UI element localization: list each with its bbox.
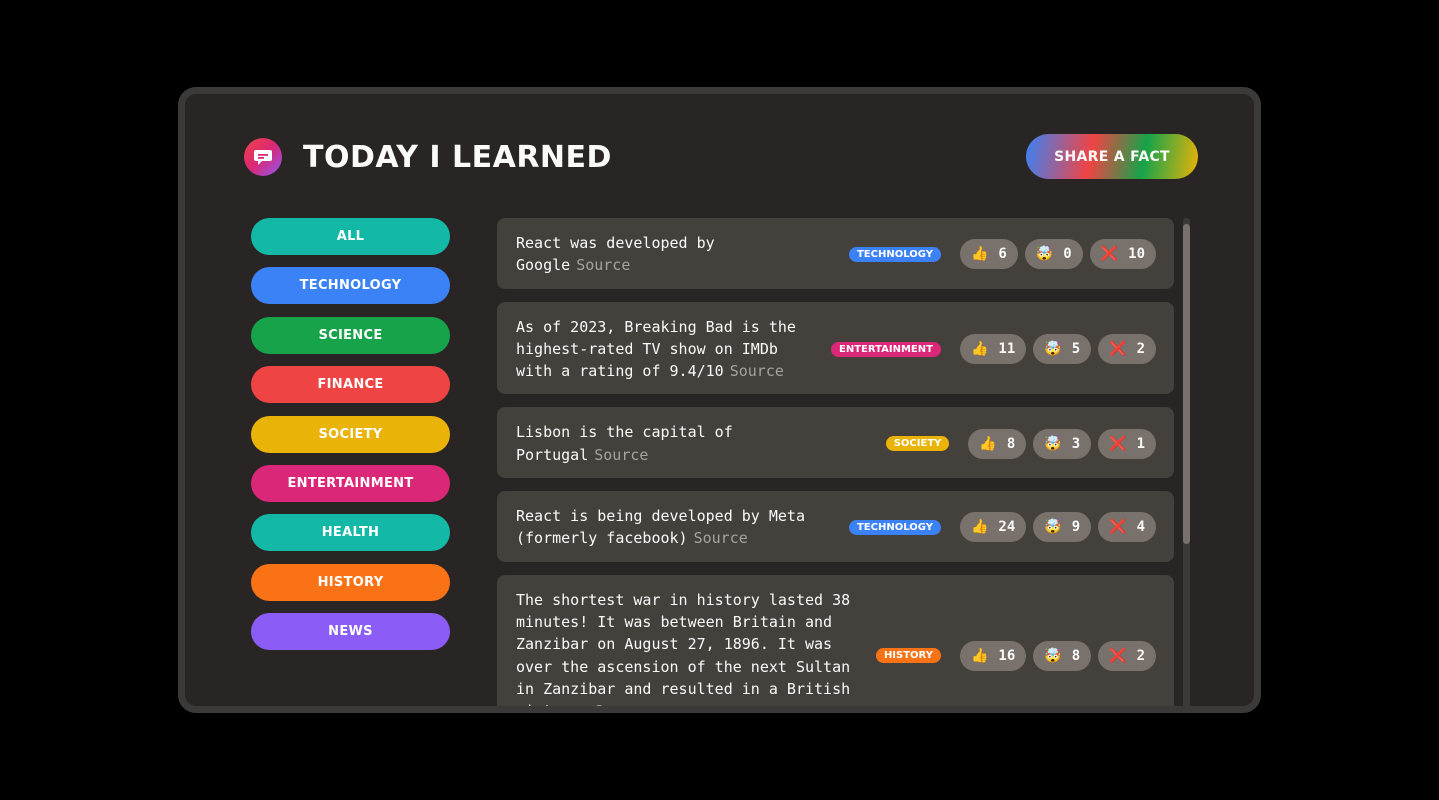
- category-filter-list: All Technology Science Finance Society Entert…: [251, 218, 450, 663]
- thumbs-up-icon: 👍: [970, 519, 989, 536]
- category-item: Science: [251, 316, 450, 354]
- vote-count: 5: [1071, 341, 1081, 358]
- fact-item: React is being developed by Meta (former…: [497, 491, 1174, 562]
- vote-buttons: 👍 6 🤯 0 ❌ 10: [959, 239, 1156, 270]
- vote-mindblowing-button[interactable]: 🤯 3: [1033, 428, 1092, 459]
- category-button-entertainment[interactable]: Entertainment: [251, 464, 450, 502]
- scrollbar-thumb[interactable]: [1183, 224, 1190, 544]
- vote-count: 2: [1136, 647, 1145, 664]
- mind-blown-icon: 🤯: [1035, 246, 1054, 263]
- fact-text: As of 2023, Breaking Bad is the highest-…: [516, 316, 812, 383]
- category-tag: Technology: [848, 519, 941, 535]
- category-button-all[interactable]: All: [251, 218, 450, 255]
- fact-text: The shortest war in history lasted 38 mi…: [516, 589, 856, 713]
- cross-mark-icon: ❌: [1109, 435, 1127, 452]
- vote-count: 24: [998, 519, 1016, 536]
- vote-false-button[interactable]: ❌ 10: [1089, 239, 1156, 270]
- vote-false-button[interactable]: ❌ 2: [1098, 640, 1156, 671]
- vote-count: 16: [998, 647, 1016, 664]
- vote-false-button[interactable]: ❌ 1: [1098, 428, 1156, 459]
- category-button-history[interactable]: History: [251, 563, 450, 601]
- fact-item: As of 2023, Breaking Bad is the highest-…: [497, 301, 1174, 395]
- vote-count: 1: [1136, 435, 1145, 452]
- vote-interesting-button[interactable]: 👍 6: [959, 239, 1018, 270]
- fact-item: The shortest war in history lasted 38 mi…: [497, 574, 1174, 713]
- category-tag: Technology: [848, 246, 941, 262]
- facts-list: React was developed by Google Source Techn…: [497, 218, 1174, 713]
- vote-count: 4: [1136, 519, 1145, 536]
- vote-mindblowing-button[interactable]: 🤯 9: [1033, 512, 1092, 543]
- fact-statement: React is being developed by Meta (former…: [516, 507, 805, 548]
- mind-blown-icon: 🤯: [1044, 341, 1062, 358]
- vote-mindblowing-button[interactable]: 🤯 5: [1033, 334, 1092, 365]
- vote-mindblowing-button[interactable]: 🤯 8: [1033, 640, 1092, 671]
- thumbs-up-icon: 👍: [970, 246, 989, 263]
- vote-count: 8: [1071, 647, 1081, 664]
- source-link[interactable]: Source: [694, 529, 748, 547]
- category-item: News: [251, 613, 450, 651]
- vote-count: 6: [998, 246, 1007, 263]
- mind-blown-icon: 🤯: [1044, 647, 1062, 664]
- cross-mark-icon: ❌: [1100, 246, 1119, 263]
- fact-text: React is being developed by Meta (former…: [516, 505, 812, 550]
- vote-false-button[interactable]: ❌ 2: [1098, 334, 1156, 365]
- category-item: All: [251, 218, 450, 255]
- category-item: Finance: [251, 366, 450, 404]
- thumbs-up-icon: 👍: [970, 341, 989, 358]
- fact-item: Lisbon is the capital of Portugal Source S…: [497, 407, 1174, 479]
- vote-buttons: 👍 24 🤯 9 ❌ 4: [959, 512, 1156, 543]
- category-button-health[interactable]: Health: [251, 514, 450, 552]
- vote-mindblowing-button[interactable]: 🤯 0: [1024, 239, 1083, 270]
- fact-text: React was developed by Google Source: [516, 232, 730, 277]
- source-link[interactable]: Source: [576, 256, 630, 274]
- vote-count: 11: [998, 341, 1016, 358]
- vote-count: 2: [1136, 341, 1145, 358]
- category-item: History: [251, 563, 450, 601]
- scrollbar[interactable]: [1183, 218, 1190, 706]
- vote-count: 10: [1128, 246, 1145, 263]
- vote-interesting-button[interactable]: 👍 24: [959, 512, 1027, 543]
- app-window: Today I Learned Share a fact All Technolo…: [178, 87, 1261, 713]
- category-tag: History: [875, 648, 941, 664]
- vote-count: 0: [1063, 246, 1072, 263]
- category-item: Entertainment: [251, 464, 450, 502]
- category-item: Society: [251, 415, 450, 453]
- vote-count: 9: [1071, 519, 1081, 536]
- mind-blown-icon: 🤯: [1044, 519, 1062, 536]
- category-button-finance[interactable]: Finance: [251, 366, 450, 404]
- category-button-society[interactable]: Society: [251, 415, 450, 453]
- cross-mark-icon: ❌: [1109, 341, 1127, 358]
- vote-buttons: 👍 16 🤯 8 ❌ 2: [959, 640, 1156, 671]
- vote-buttons: 👍 11 🤯 5 ❌ 2: [959, 334, 1156, 365]
- category-button-news[interactable]: News: [251, 613, 450, 651]
- share-fact-button[interactable]: Share a fact: [1026, 134, 1198, 179]
- category-button-technology[interactable]: Technology: [251, 267, 450, 305]
- category-button-science[interactable]: Science: [251, 316, 450, 354]
- logo-icon: [244, 138, 282, 176]
- category-tag: Society: [885, 436, 950, 452]
- vote-interesting-button[interactable]: 👍 8: [968, 428, 1027, 459]
- fact-item: React was developed by Google Source Techn…: [497, 218, 1174, 289]
- source-link[interactable]: Source: [730, 362, 784, 380]
- vote-buttons: 👍 8 🤯 3 ❌ 1: [968, 428, 1156, 459]
- thumbs-up-icon: 👍: [970, 647, 989, 664]
- thumbs-up-icon: 👍: [979, 435, 997, 452]
- category-tag: Entertainment: [831, 341, 941, 357]
- cross-mark-icon: ❌: [1109, 519, 1127, 536]
- vote-interesting-button[interactable]: 👍 16: [959, 640, 1027, 671]
- vote-false-button[interactable]: ❌ 4: [1098, 512, 1156, 543]
- category-item: Health: [251, 514, 450, 552]
- fact-statement: The shortest war in history lasted 38 mi…: [516, 590, 851, 713]
- mind-blown-icon: 🤯: [1044, 435, 1062, 452]
- vote-count: 8: [1006, 435, 1016, 452]
- vote-count: 3: [1071, 435, 1081, 452]
- fact-text: Lisbon is the capital of Portugal Source: [516, 421, 746, 466]
- cross-mark-icon: ❌: [1109, 647, 1127, 664]
- source-link[interactable]: Source: [594, 702, 648, 706]
- source-link[interactable]: Source: [594, 446, 648, 464]
- vote-interesting-button[interactable]: 👍 11: [959, 334, 1027, 365]
- app-title: Today I Learned: [303, 140, 612, 175]
- category-item: Technology: [251, 267, 450, 305]
